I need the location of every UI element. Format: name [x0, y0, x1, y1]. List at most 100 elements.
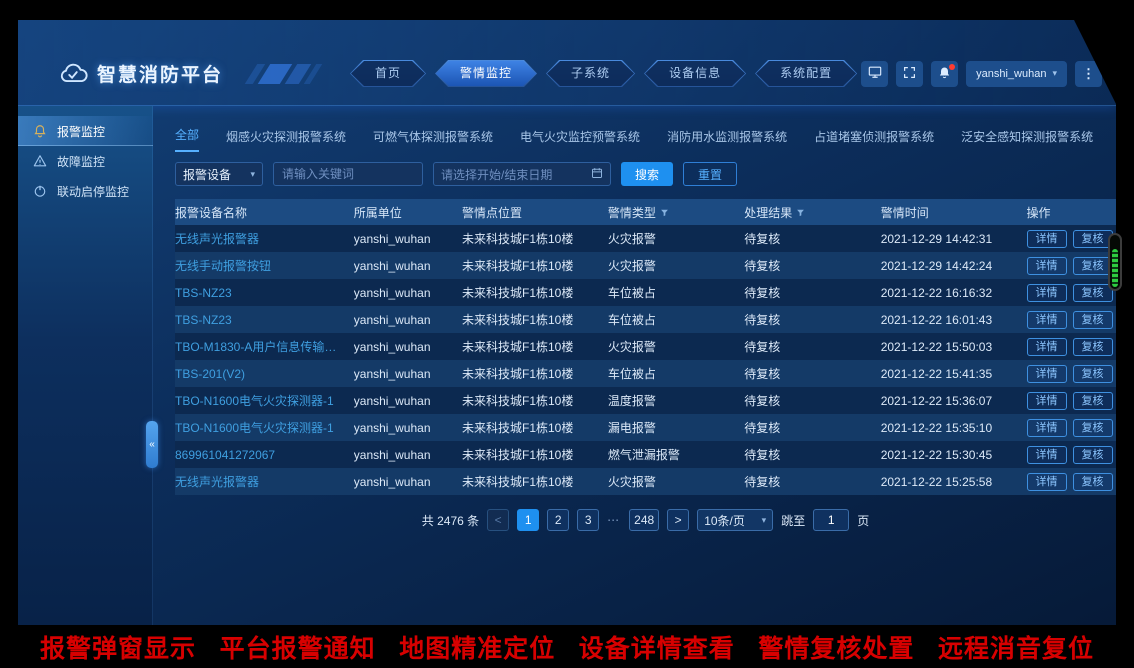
- device-name-link[interactable]: TBO-N1600电气火灾探测器-1: [175, 392, 354, 409]
- device-name-link[interactable]: 869961041272067: [175, 448, 354, 462]
- system-tabs: 全部 烟感火灾探测报警系统 可燃气体探测报警系统 电气火灾监控预警系统 消防用水监测报警…: [175, 126, 1111, 152]
- system-tab-4[interactable]: 消防用水监测报警系统: [667, 128, 787, 152]
- prev-page-button[interactable]: <: [487, 509, 509, 531]
- page-button-3[interactable]: 3: [577, 509, 599, 531]
- sidebar-item-0[interactable]: 报警监控: [18, 116, 153, 146]
- row-actions: 详情复核: [1027, 392, 1116, 410]
- monitor-button[interactable]: [861, 61, 888, 87]
- fullscreen-button[interactable]: [896, 61, 923, 87]
- system-tab-1[interactable]: 烟感火灾探测报警系统: [226, 128, 346, 152]
- review-button[interactable]: 复核: [1073, 257, 1113, 275]
- row-actions: 详情复核: [1027, 446, 1116, 464]
- system-tab-2[interactable]: 可燃气体探测报警系统: [373, 128, 493, 152]
- detail-button[interactable]: 详情: [1027, 446, 1067, 464]
- nav-tab-2[interactable]: 子系统: [546, 60, 635, 87]
- review-button[interactable]: 复核: [1073, 311, 1113, 329]
- detail-button[interactable]: 详情: [1027, 365, 1067, 383]
- feature-item-5: 远程消音复位: [938, 629, 1094, 665]
- device-name-link[interactable]: TBS-NZ23: [175, 313, 354, 327]
- feature-item-1: 平台报警通知: [220, 629, 376, 665]
- detail-button[interactable]: 详情: [1027, 419, 1067, 437]
- device-name-link[interactable]: 无线声光报警器: [175, 473, 354, 490]
- system-tab-5[interactable]: 占道堵塞侦测报警系统: [814, 128, 934, 152]
- result-cell: 待复核: [744, 284, 880, 301]
- user-menu[interactable]: yanshi_wuhan ▾: [966, 61, 1067, 87]
- sidebar-item-2[interactable]: 联动启停监控: [18, 176, 153, 206]
- unit-cell: yanshi_wuhan: [354, 421, 462, 435]
- location-cell: 未来科技城F1栋10楼: [462, 311, 608, 328]
- review-button[interactable]: 复核: [1073, 419, 1113, 437]
- detail-button[interactable]: 详情: [1027, 284, 1067, 302]
- row-actions: 详情复核: [1027, 365, 1116, 383]
- total-count: 共 2476 条: [422, 512, 479, 529]
- system-tab-6[interactable]: 泛安全感知探测报警系统: [961, 128, 1093, 152]
- sidebar-item-1[interactable]: 故障监控: [18, 146, 153, 176]
- location-cell: 未来科技城F1栋10楼: [462, 338, 608, 355]
- row-actions: 详情复核: [1027, 284, 1116, 302]
- detail-button[interactable]: 详情: [1027, 257, 1067, 275]
- sidebar-menu: 报警监控故障监控联动启停监控: [18, 106, 153, 206]
- nav-tab-label: 子系统: [547, 61, 634, 86]
- location-cell: 未来科技城F1栋10楼: [462, 392, 608, 409]
- nav-tab-4[interactable]: 系统配置: [755, 60, 857, 87]
- column-header: 报警设备名称: [175, 204, 354, 221]
- nav-tab-label: 设备信息: [645, 61, 745, 86]
- detail-button[interactable]: 详情: [1027, 473, 1067, 491]
- search-type-select[interactable]: 报警设备 ▾: [175, 162, 263, 186]
- detail-button[interactable]: 详情: [1027, 338, 1067, 356]
- review-button[interactable]: 复核: [1073, 473, 1113, 491]
- next-page-button[interactable]: >: [667, 509, 689, 531]
- location-cell: 未来科技城F1栋10楼: [462, 257, 608, 274]
- search-type-value: 报警设备: [183, 166, 231, 183]
- review-button[interactable]: 复核: [1073, 284, 1113, 302]
- detail-button[interactable]: 详情: [1027, 392, 1067, 410]
- jump-page-input[interactable]: [813, 509, 849, 531]
- app-window: 智慧消防平台 首页警情监控子系统设备信息系统配置: [18, 20, 1116, 625]
- calendar-icon: [591, 167, 603, 182]
- jump-label-prefix: 跳至: [781, 512, 805, 529]
- nav-tab-1[interactable]: 警情监控: [435, 60, 537, 87]
- device-name-link[interactable]: TBO-M1830-A用户信息传输系统(外部化): [175, 338, 354, 355]
- unit-cell: yanshi_wuhan: [354, 259, 462, 273]
- more-menu-button[interactable]: ⋮: [1075, 61, 1102, 87]
- table-row: TBO-M1830-A用户信息传输系统(外部化)yanshi_wuhan未来科技…: [175, 333, 1116, 360]
- notifications-button[interactable]: [931, 61, 958, 87]
- review-button[interactable]: 复核: [1073, 446, 1113, 464]
- time-cell: 2021-12-29 14:42:31: [881, 232, 1027, 246]
- header-decoration: [251, 62, 316, 86]
- date-range-picker[interactable]: 请选择开始/结束日期: [433, 162, 611, 186]
- filter-icon[interactable]: [660, 208, 669, 217]
- review-button[interactable]: 复核: [1073, 230, 1113, 248]
- page-size-select[interactable]: 10条/页▾: [697, 509, 773, 531]
- device-name-link[interactable]: TBS-NZ23: [175, 286, 354, 300]
- review-button[interactable]: 复核: [1073, 338, 1113, 356]
- result-cell: 待复核: [744, 230, 880, 247]
- page-button-2[interactable]: 2: [547, 509, 569, 531]
- reset-button[interactable]: 重置: [683, 162, 737, 186]
- detail-button[interactable]: 详情: [1027, 311, 1067, 329]
- system-tab-7[interactable]: 传统消防接入报警系统: [1120, 128, 1134, 152]
- sidebar-item-label: 联动启停监控: [57, 183, 129, 200]
- alarm-table: 报警设备名称所属单位警情点位置警情类型处理结果警情时间操作 无线声光报警器yan…: [175, 199, 1116, 495]
- nav-tab-3[interactable]: 设备信息: [644, 60, 746, 87]
- review-button[interactable]: 复核: [1073, 365, 1113, 383]
- device-name-link[interactable]: TBS-201(V2): [175, 367, 354, 381]
- search-button[interactable]: 搜索: [621, 162, 673, 186]
- page-button-1[interactable]: 1: [517, 509, 539, 531]
- battery-indicator: [1108, 233, 1122, 291]
- sidebar: 报警监控故障监控联动启停监控 «: [18, 106, 153, 625]
- filter-icon[interactable]: [796, 208, 805, 217]
- column-header: 警情点位置: [462, 204, 608, 221]
- fault-monitor-icon: [33, 154, 48, 169]
- review-button[interactable]: 复核: [1073, 392, 1113, 410]
- system-tab-3[interactable]: 电气火灾监控预警系统: [520, 128, 640, 152]
- detail-button[interactable]: 详情: [1027, 230, 1067, 248]
- device-name-link[interactable]: 无线手动报警按钮: [175, 257, 354, 274]
- time-cell: 2021-12-22 15:25:58: [881, 475, 1027, 489]
- device-name-link[interactable]: TBO-N1600电气火灾探测器-1: [175, 419, 354, 436]
- keyword-input[interactable]: [273, 162, 423, 186]
- device-name-link[interactable]: 无线声光报警器: [175, 230, 354, 247]
- page-button-248[interactable]: 248: [629, 509, 659, 531]
- nav-tab-0[interactable]: 首页: [350, 60, 426, 87]
- system-tab-0[interactable]: 全部: [175, 126, 199, 152]
